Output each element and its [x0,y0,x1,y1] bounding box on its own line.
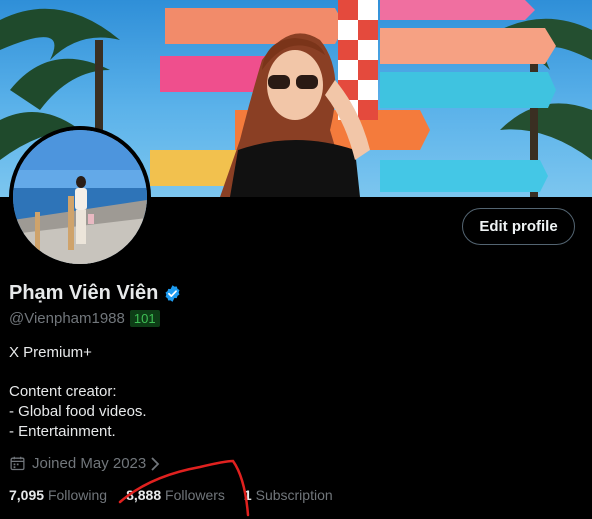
joined-date: Joined May 2023 [32,455,147,472]
followers-label: Followers [165,487,225,503]
profile-handle: @Vienpham1988 [9,310,125,327]
following-count: 7,095 [9,487,45,503]
bio-line: - Entertainment. [9,423,116,440]
followers-count: 8,888 [126,487,162,503]
edit-profile-button[interactable]: Edit profile [462,208,575,245]
subscription-count: 1 [243,487,252,503]
following-link[interactable]: 7,095 Following [9,487,107,503]
calendar-icon [9,455,26,472]
profile-stats: 7,095 Following 8,888 Followers 1 Subscr… [9,487,352,503]
chevron-right-icon [149,456,161,472]
profile-bio: Content creator: - Global food videos. -… [9,382,147,442]
profile-avatar[interactable] [9,126,151,268]
display-name: Phạm Viên Viên [9,282,159,304]
subscription-label: Subscription [255,487,333,503]
following-label: Following [47,487,108,503]
verified-badge-icon[interactable] [163,284,182,303]
profile-name-row: Phạm Viên Viên [9,282,182,305]
bio-line: - Global food videos. [9,403,147,420]
avatar-image [13,130,147,264]
bio-line: Content creator: [9,383,117,400]
handle-row: @Vienpham1988 101 [9,310,160,327]
subscription-link[interactable]: 1 Subscription [244,487,333,503]
followers-link[interactable]: 8,888 Followers [126,487,225,503]
premium-label: X Premium+ [9,344,92,361]
joined-date-row[interactable]: Joined May 2023 [9,455,161,472]
handle-badge: 101 [129,310,160,327]
